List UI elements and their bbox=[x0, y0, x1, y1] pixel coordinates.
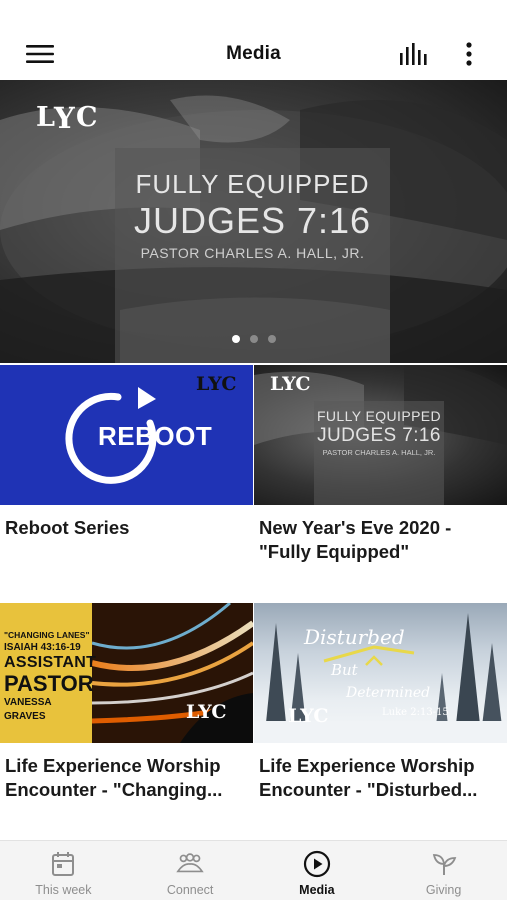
tab-label: Giving bbox=[425, 883, 462, 897]
tab-label: Media bbox=[299, 883, 335, 897]
thumbnail-role-line1: ASSISTANT bbox=[4, 654, 97, 671]
svg-text:LYC: LYC bbox=[288, 705, 329, 725]
featured-banner[interactable]: FULLY EQUIPPED JUDGES 7:16 PASTOR CHARLE… bbox=[0, 80, 507, 363]
thumbnail-scripture: Luke 2:13-15 bbox=[382, 707, 449, 718]
svg-text:LYC: LYC bbox=[270, 373, 311, 393]
media-thumbnail: "CHANGING LANES" ISAIAH 43:16-19 ASSISTA… bbox=[0, 603, 253, 743]
svg-text:L: L bbox=[36, 102, 55, 132]
thumbnail-text: "CHANGING LANES" ISAIAH 43:16-19 ASSISTA… bbox=[4, 629, 97, 724]
tab-label: Connect bbox=[166, 883, 214, 897]
media-card[interactable]: FULLY EQUIPPED JUDGES 7:16 PASTOR CHARLE… bbox=[254, 365, 507, 564]
thumbnail-series-title: "CHANGING LANES" bbox=[4, 630, 90, 640]
svg-text:Y: Y bbox=[53, 101, 75, 132]
svg-text:C: C bbox=[76, 102, 98, 132]
thumbnail-speaker: PASTOR CHARLES A. HALL, JR. bbox=[322, 448, 436, 457]
thumbnail-title-word2: But bbox=[331, 661, 358, 679]
hero-scripture: JUDGES 7:16 bbox=[133, 200, 372, 241]
hero-speaker: PASTOR CHARLES A. HALL, JR. bbox=[140, 245, 365, 261]
media-thumbnail: REBOOT LYC bbox=[0, 365, 253, 505]
church-logo: L Y C bbox=[36, 101, 98, 132]
thumbnail-title-word3: Determined bbox=[346, 685, 431, 701]
media-thumbnail: Disturbed But Determined Luke 2:13-15 LY… bbox=[254, 603, 507, 743]
bottom-tab-bar: This week Connect Media Giving bbox=[0, 840, 507, 900]
status-bar bbox=[0, 0, 507, 30]
play-circle-icon bbox=[303, 850, 331, 878]
more-vertical-icon[interactable] bbox=[451, 36, 487, 72]
tab-connect[interactable]: Connect bbox=[127, 841, 254, 900]
thumbnail-text: FULLY EQUIPPED JUDGES 7:16 PASTOR CHARLE… bbox=[314, 407, 444, 459]
church-logo-small: LYC bbox=[288, 705, 329, 725]
media-card-title: Reboot Series bbox=[5, 517, 130, 538]
media-card[interactable]: Disturbed But Determined Luke 2:13-15 LY… bbox=[254, 603, 507, 802]
calendar-icon bbox=[49, 850, 77, 878]
hero-series-title: FULLY EQUIPPED bbox=[135, 169, 370, 199]
tab-media[interactable]: Media bbox=[254, 841, 381, 900]
thumbnail-scripture: ISAIAH 43:16-19 bbox=[4, 642, 81, 653]
people-icon bbox=[176, 850, 204, 878]
media-card[interactable]: "CHANGING LANES" ISAIAH 43:16-19 ASSISTA… bbox=[0, 603, 253, 802]
hero-text: FULLY EQUIPPED JUDGES 7:16 PASTOR CHARLE… bbox=[115, 168, 390, 264]
page-title: Media bbox=[226, 43, 281, 64]
tab-label: This week bbox=[35, 883, 92, 897]
church-logo-small: LYC bbox=[186, 701, 227, 721]
thumbnail-scripture: JUDGES 7:16 bbox=[317, 425, 441, 446]
thumbnail-speaker: VANESSA GRAVES bbox=[4, 697, 52, 722]
thumbnail-role-line2: PASTOR bbox=[4, 671, 94, 696]
seedling-icon bbox=[430, 850, 458, 878]
carousel-dot[interactable] bbox=[267, 335, 276, 343]
thumbnail-title-word1: Disturbed bbox=[304, 625, 405, 649]
media-card-title: Life Experience Worship Encounter - "Cha… bbox=[5, 755, 223, 800]
reboot-title: REBOOT bbox=[98, 421, 213, 451]
audio-bars-icon[interactable] bbox=[396, 36, 432, 72]
svg-text:LYC: LYC bbox=[186, 701, 227, 721]
tab-this-week[interactable]: This week bbox=[0, 841, 127, 900]
media-thumbnail: FULLY EQUIPPED JUDGES 7:16 PASTOR CHARLE… bbox=[254, 365, 507, 505]
carousel-indicator bbox=[0, 335, 507, 343]
media-card[interactable]: REBOOT LYC Reboot Series bbox=[0, 365, 253, 540]
church-logo-small: LYC bbox=[196, 373, 237, 393]
media-card-title: New Year's Eve 2020 - "Fully Equipped" bbox=[259, 517, 452, 562]
tab-giving[interactable]: Giving bbox=[380, 841, 507, 900]
app-header: Media bbox=[0, 30, 507, 78]
thumbnail-series-title: FULLY EQUIPPED bbox=[316, 408, 442, 424]
svg-text:LYC: LYC bbox=[196, 373, 237, 393]
carousel-dot[interactable] bbox=[249, 335, 258, 343]
carousel-dot[interactable] bbox=[231, 335, 240, 343]
church-logo-small: LYC bbox=[270, 373, 311, 393]
media-card-title: Life Experience Worship Encounter - "Dis… bbox=[259, 755, 478, 800]
hamburger-icon[interactable] bbox=[22, 36, 58, 72]
